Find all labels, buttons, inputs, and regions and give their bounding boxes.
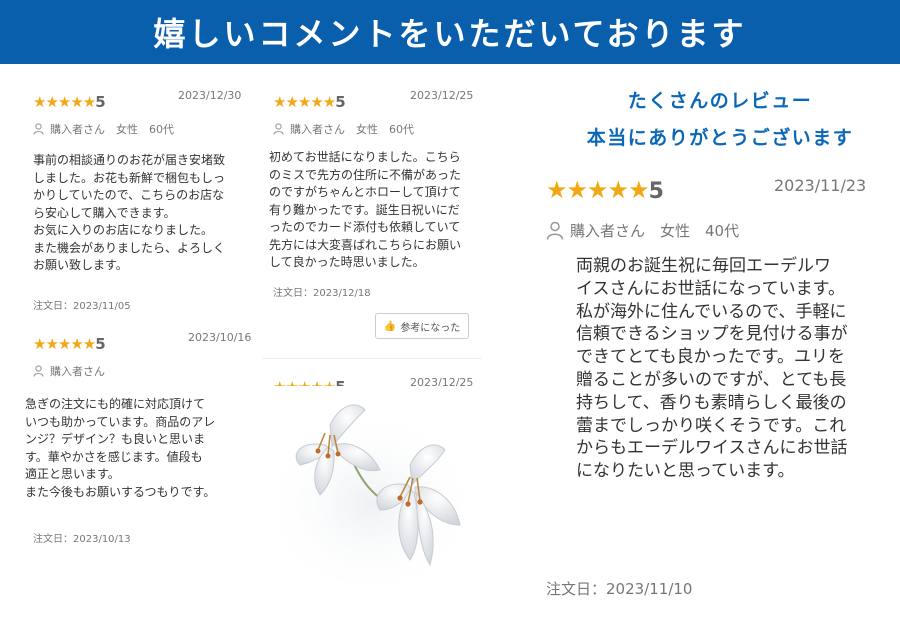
review-card-3: ★★★★★5 2023/10/16 購入者さん 急ぎの注文にも的確に対応頂けて … (25, 331, 258, 549)
divider (262, 358, 482, 359)
reviewer-info: 購入者さん 女性 60代 (273, 121, 483, 137)
rating-score: 5 (648, 179, 664, 204)
featured-review: ★★★★★5 2023/11/23 購入者さん 女性 40代 両親のお誕生祝に毎… (546, 176, 876, 606)
order-date: 注文日：2023/11/05 (33, 301, 131, 312)
rating-score: 5 (335, 93, 346, 111)
reviewer-label: 購入者さん 女性 60代 (290, 123, 414, 136)
order-date: 注文日：2023/10/13 (33, 534, 131, 545)
review-text: 急ぎの注文にも的確に対応頂けて いつも助かっています。商品のアレ ンジ？デザイン… (25, 397, 216, 499)
review-text: 両親のお誕生祝に毎回エーデルワ イスさんにお世話になっています。 私が海外に住ん… (576, 256, 848, 482)
thumbs-up-icon: 👍 (383, 320, 397, 332)
review-date: 2023/10/16 (188, 331, 252, 344)
review-date: 2023/12/30 (178, 89, 242, 102)
reviewer-label: 購入者さん 女性 40代 (570, 222, 740, 240)
reviewer-info: 購入者さん 女性 40代 (546, 220, 876, 241)
rating-score: 5 (95, 93, 106, 111)
thanks-line-1: たくさんのレビュー (627, 90, 813, 112)
lily-image (270, 404, 470, 585)
rating-stars: ★★★★★ (33, 93, 96, 111)
order-date: 注文日：2023/12/18 (273, 288, 371, 299)
reviewer-info: 購入者さん 女性 60代 (33, 121, 243, 137)
helpful-label: 参考になった (400, 322, 461, 334)
review-text: 初めてお世話になりました。こちら のミスで先方の住所に不備があった のですがちゃ… (269, 150, 462, 269)
rating-score: 5 (95, 335, 106, 353)
user-icon (33, 365, 44, 377)
thanks-line-2: 本当にありがとうございます (586, 127, 854, 149)
rating-stars: ★★★★★ (33, 335, 96, 353)
order-date: 注文日：2023/11/10 (546, 580, 693, 598)
helpful-button[interactable]: 👍 参考になった (375, 313, 469, 339)
rating-stars: ★★★★★ (273, 93, 336, 111)
review-card-2: ★★★★★5 2023/12/25 購入者さん 女性 60代 初めてお世話になり… (269, 89, 483, 302)
reviewer-label: 購入者さん 女性 60代 (50, 123, 174, 136)
review-text: 事前の相談通りのお花が届き安堵致 しました。お花も新鮮で梱包もしっ かりしていた… (33, 153, 226, 272)
review-date: 2023/12/25 (410, 89, 474, 102)
banner-title: 嬉しいコメントをいただいております (153, 15, 747, 53)
page-banner: 嬉しいコメントをいただいております (0, 0, 900, 64)
reviewer-label: 購入者さん (50, 365, 105, 378)
review-card-1: ★★★★★5 2023/12/30 購入者さん 女性 60代 事前の相談通りのお… (33, 89, 243, 312)
review-date: 2023/11/23 (774, 176, 867, 195)
user-icon (33, 123, 44, 135)
reviewer-info: 購入者さん (33, 363, 258, 379)
user-icon (273, 123, 284, 135)
rating-stars: ★★★★★ (546, 176, 650, 204)
user-icon (546, 221, 564, 240)
